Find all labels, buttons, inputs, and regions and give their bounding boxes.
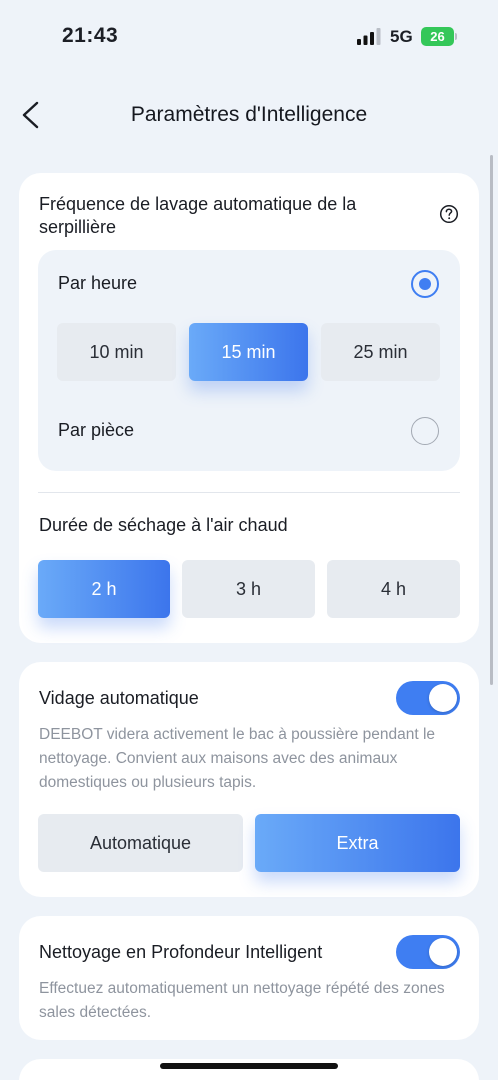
auto-empty-title: Vidage automatique [39,688,199,708]
drying-3h-button[interactable]: 3 h [182,560,315,618]
per-hour-radio[interactable] [411,270,439,298]
question-circle-icon[interactable] [439,204,459,224]
home-indicator[interactable] [160,1063,338,1069]
drying-4h-button[interactable]: 4 h [327,560,460,618]
interval-10-min-button[interactable]: 10 min [57,323,176,381]
auto-empty-toggle[interactable] [396,681,460,715]
page-title: Paramètres d'Intelligence [130,103,368,126]
auto-empty-description: DEEBOT videra activement le bac à poussi… [39,726,436,791]
wash-frequency-panel: Par heure 10 min 15 min 25 min Par pièce [38,250,460,471]
deep-clean-description: Effectuez automatiquement un nettoyage r… [39,980,445,1021]
battery-tip [455,33,457,40]
auto-empty-card: Vidage automatique DEEBOT videra activem… [19,662,479,897]
status-time: 21:43 [62,24,119,47]
mode-extra-button[interactable]: Extra [255,814,460,872]
network-type: 5G [390,27,413,46]
interval-25-min-button[interactable]: 25 min [321,323,440,381]
toggle-knob [429,938,457,966]
drying-2h-button[interactable]: 2 h [38,560,170,618]
deep-clean-title: Nettoyage en Profondeur Intelligent [39,942,323,962]
toggle-knob [429,684,457,712]
scrollbar[interactable] [490,155,493,685]
settings-screen: 21:43 5G 26 Paramètres d'Intelligence Fr… [0,0,498,1080]
battery-level: 26 [421,27,454,46]
deep-clean-card: Nettoyage en Profondeur Intelligent Effe… [19,916,479,1040]
per-hour-label: Par heure [58,273,138,293]
mode-automatic-button[interactable]: Automatique [38,814,243,872]
status-bar: 21:43 5G 26 [0,0,498,72]
interval-15-min-button[interactable]: 15 min [189,323,308,381]
cellular-signal-icon [357,28,381,45]
deep-clean-toggle[interactable] [396,935,460,969]
per-room-label: Par pièce [58,420,135,440]
drying-title: Durée de séchage à l'air chaud [39,515,288,535]
battery-icon: 26 [421,27,457,46]
divider [38,492,460,493]
mop-wash-title: Fréquence de lavage automatique de la se… [39,194,357,237]
per-room-radio[interactable] [411,417,439,445]
mop-settings-card: Fréquence de lavage automatique de la se… [19,173,479,643]
